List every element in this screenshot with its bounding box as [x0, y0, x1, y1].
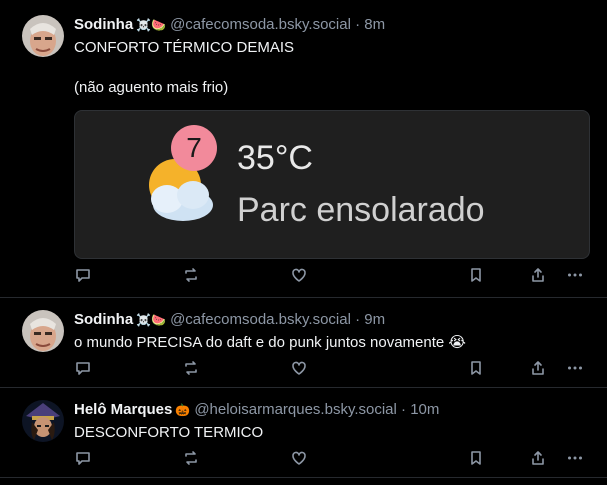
avatar[interactable] — [22, 15, 64, 57]
post[interactable]: Sodinha ☠️🍉 @cafecomsoda.bsky.social · 8m … — [0, 0, 607, 298]
author-emojis: ☠️🍉 — [136, 18, 167, 32]
more-icon — [568, 456, 582, 460]
share-icon — [532, 268, 544, 282]
author-handle[interactable]: @cafecomsoda.bsky.social — [170, 311, 351, 328]
reply-icon — [76, 269, 90, 282]
post[interactable]: Helô Marques 🎃 @heloisarmarques.bsky.socia… — [0, 388, 607, 478]
author-name[interactable]: Sodinha — [74, 311, 133, 328]
post-time[interactable]: 8m — [364, 16, 385, 33]
post-actions — [0, 358, 607, 378]
post-time[interactable]: 9m — [364, 311, 385, 328]
author-name[interactable]: Helô Marques — [74, 401, 172, 418]
reply-button[interactable] — [73, 448, 93, 468]
share-button[interactable] — [528, 448, 548, 468]
author-handle[interactable]: @heloisarmarques.bsky.social — [194, 401, 397, 418]
more-icon — [568, 273, 582, 277]
post-text: DESCONFORTO TERMICO — [74, 424, 264, 441]
avatar[interactable] — [22, 400, 64, 442]
author-name[interactable]: Sodinha — [74, 16, 133, 33]
like-icon — [292, 451, 306, 465]
author-emojis: 🎃 — [175, 403, 191, 417]
share-button[interactable] — [528, 265, 548, 285]
share-button[interactable] — [528, 358, 548, 378]
post-text: CONFORTO TÉRMICO DEMAIS (não aguento mai… — [74, 39, 295, 96]
bookmark-button[interactable] — [466, 358, 486, 378]
feed: Sodinha ☠️🍉 @cafecomsoda.bsky.social · 8m … — [0, 0, 607, 485]
share-icon — [532, 451, 544, 465]
image-embed[interactable]: 7 35°C Parc ensolarado — [74, 110, 590, 259]
like-icon — [292, 361, 306, 375]
more-icon — [568, 366, 582, 370]
repost-button[interactable] — [181, 265, 201, 285]
post-text: o mundo PRECISA do daft e do punk juntos… — [74, 334, 466, 351]
post-time[interactable]: 10m — [410, 401, 439, 418]
separator: · — [355, 16, 361, 33]
separator: · — [401, 401, 407, 418]
repost-icon — [185, 361, 197, 375]
reply-icon — [76, 452, 90, 465]
more-button[interactable] — [565, 265, 585, 285]
repost-button[interactable] — [181, 358, 201, 378]
post-header: Helô Marques 🎃 @heloisarmarques.bsky.socia… — [74, 400, 591, 420]
like-button[interactable] — [289, 358, 309, 378]
post-actions — [0, 265, 607, 285]
avatar[interactable] — [22, 310, 64, 352]
share-icon — [532, 361, 544, 375]
like-button[interactable] — [289, 265, 309, 285]
bookmark-icon — [471, 361, 481, 375]
like-icon — [292, 268, 306, 282]
post-header: Sodinha ☠️🍉 @cafecomsoda.bsky.social · 8m — [74, 15, 591, 35]
separator: · — [355, 311, 361, 328]
reply-button[interactable] — [73, 265, 93, 285]
more-button[interactable] — [565, 358, 585, 378]
author-handle[interactable]: @cafecomsoda.bsky.social — [170, 16, 351, 33]
reply-icon — [76, 362, 90, 375]
bookmark-icon — [471, 268, 481, 282]
repost-button[interactable] — [181, 448, 201, 468]
more-button[interactable] — [565, 448, 585, 468]
bookmark-icon — [471, 451, 481, 465]
repost-icon — [185, 451, 197, 465]
repost-icon — [185, 268, 197, 282]
weather-temperature: 35°C — [237, 139, 313, 177]
post-actions — [0, 448, 607, 468]
bookmark-button[interactable] — [466, 265, 486, 285]
post[interactable]: Sodinha ☠️🍉 @cafecomsoda.bsky.social · 9m … — [0, 298, 607, 388]
badge: 7 — [171, 125, 217, 171]
like-button[interactable] — [289, 448, 309, 468]
reply-button[interactable] — [73, 358, 93, 378]
author-emojis: ☠️🍉 — [136, 313, 167, 327]
bookmark-button[interactable] — [466, 448, 486, 468]
post-header: Sodinha ☠️🍉 @cafecomsoda.bsky.social · 9m — [74, 310, 591, 330]
weather-description: Parc ensolarado — [237, 191, 485, 229]
